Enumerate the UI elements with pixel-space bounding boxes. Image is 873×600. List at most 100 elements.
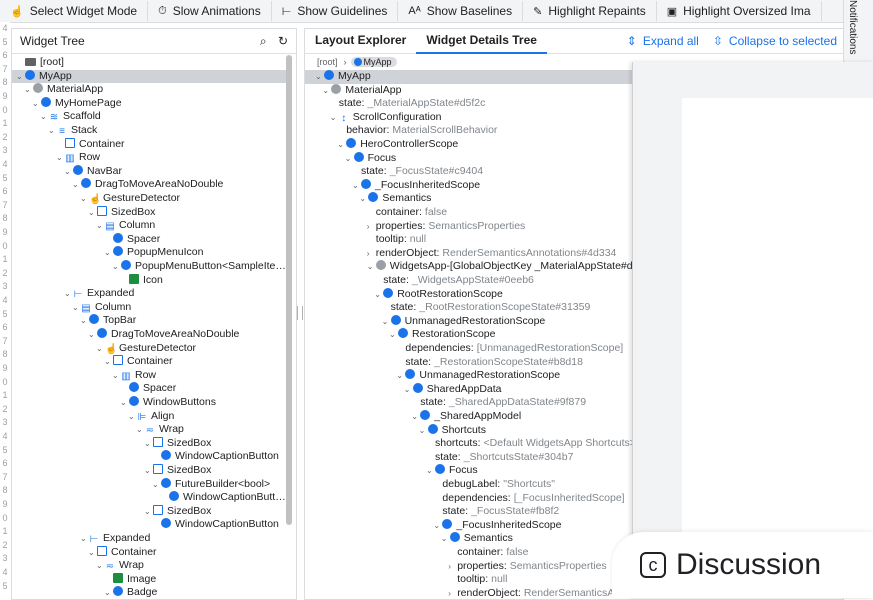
chevron-down-icon[interactable]: ⌄	[330, 111, 339, 125]
chevron-down-icon[interactable]: ⌄	[352, 179, 361, 193]
tree-node[interactable]: ⌄ _SharedAppModel	[411, 410, 521, 424]
chevron-down-icon[interactable]: ⌄	[72, 178, 81, 192]
tree-node[interactable]: ⌄ SizedBox	[88, 205, 155, 220]
chevron-down-icon[interactable]: ⌄	[359, 192, 368, 206]
chevron-down-icon[interactable]: ⌄	[411, 410, 420, 424]
notifications-tab[interactable]: Notifications	[846, 0, 858, 54]
tree-node[interactable]: ⌄ ⊢ Expanded	[64, 287, 134, 301]
tree-node[interactable]: ⌄ ☝ GestureDetector	[96, 342, 196, 356]
collapse-to-selected-button[interactable]: Collapse to selected	[729, 34, 837, 48]
property-row[interactable]: dependencies: [UnmanagedRestorationScope]	[396, 342, 623, 356]
property-row[interactable]: state: _FocusState#fb8f2	[433, 505, 559, 519]
tree-node[interactable]: ⌄ Focus	[345, 151, 396, 166]
chevron-down-icon[interactable]: ⌄	[419, 424, 428, 438]
tree-node[interactable]: Container	[56, 137, 125, 152]
tree-node[interactable]: ⌄ ≂ Wrap	[136, 423, 184, 437]
toolbar-button-highlight-repaints[interactable]: ✎ Highlight Repaints	[523, 1, 657, 21]
tree-node[interactable]: ⌄ DragToMoveAreaNoDouble	[88, 328, 239, 342]
tree-node[interactable]: [root]	[16, 56, 64, 70]
property-row[interactable]: › properties: SemanticsProperties	[448, 560, 606, 574]
toolbar-button-select-widget-mode[interactable]: ☝ Select Widget Mode	[0, 1, 149, 21]
property-row[interactable]: state: _SharedAppDataState#9f879	[411, 396, 586, 410]
chevron-down-icon[interactable]: ⌄	[32, 97, 41, 111]
toolbar-button-show-guidelines[interactable]: ⊢ Show Guidelines	[272, 1, 399, 21]
tree-node[interactable]: ⌄ TopBar	[80, 314, 136, 328]
tree-node[interactable]: Icon	[120, 273, 163, 288]
tree-node[interactable]: ⌄ NavBar	[64, 164, 122, 179]
chevron-right-icon[interactable]: ›	[367, 247, 376, 261]
chevron-down-icon[interactable]: ⌄	[136, 423, 145, 437]
tree-node[interactable]: ⌄ Container	[104, 355, 173, 369]
toolbar-button-highlight-oversized-ima[interactable]: ▣ Highlight Oversized Ima	[657, 1, 822, 21]
chevron-down-icon[interactable]: ⌄	[128, 410, 137, 424]
chevron-down-icon[interactable]: ⌄	[152, 478, 161, 492]
property-row[interactable]: debugLabel: "Shortcuts"	[433, 478, 555, 492]
widget-tree-scrollbar[interactable]	[286, 55, 292, 525]
tree-node[interactable]: Spacer	[104, 232, 160, 247]
toolbar-button-show-baselines[interactable]: Aᴬ Show Baselines	[398, 1, 524, 21]
chevron-down-icon[interactable]: ⌄	[441, 532, 450, 546]
tree-node[interactable]: ⌄ PopupMenuIcon	[104, 246, 203, 260]
chevron-down-icon[interactable]: ⌄	[48, 124, 57, 138]
chevron-down-icon[interactable]: ⌄	[426, 464, 435, 478]
property-row[interactable]: container: false	[367, 206, 447, 220]
chevron-down-icon[interactable]: ⌄	[88, 328, 97, 342]
chevron-right-icon[interactable]: ›	[448, 560, 457, 574]
chevron-down-icon[interactable]: ⌄	[337, 138, 346, 152]
tree-node[interactable]: WindowCaptionButton	[152, 518, 279, 532]
tree-node[interactable]: ⌄ MaterialApp	[24, 83, 103, 97]
tree-node[interactable]: ⌄ Semantics	[359, 192, 431, 206]
chevron-down-icon[interactable]: ⌄	[396, 369, 405, 383]
chevron-down-icon[interactable]: ⌄	[96, 219, 105, 233]
chevron-right-icon[interactable]: ›	[367, 220, 376, 234]
chevron-down-icon[interactable]: ⌄	[367, 260, 376, 274]
chevron-down-icon[interactable]: ⌄	[64, 287, 73, 301]
toolbar-button-slow-animations[interactable]: ⏱ Slow Animations	[148, 1, 272, 21]
tree-node[interactable]: ⌄ ⊢ Expanded	[80, 532, 150, 546]
property-row[interactable]: shortcuts: <Default WidgetsApp Shortcuts>	[426, 437, 636, 451]
tree-node[interactable]: ⌄ RootRestorationScope	[374, 287, 503, 302]
tree-node[interactable]: WindowCaptionButt…	[160, 491, 286, 505]
chevron-down-icon[interactable]: ⌄	[315, 70, 324, 84]
property-row[interactable]: dependencies: [_FocusInheritedScope]	[433, 492, 624, 506]
tree-node[interactable]: ⌄ Focus	[426, 464, 478, 478]
tree-node[interactable]: ⌄ UnmanagedRestorationScope	[382, 314, 545, 329]
chevron-down-icon[interactable]: ⌄	[80, 532, 89, 546]
chevron-down-icon[interactable]: ⌄	[120, 396, 129, 410]
chevron-down-icon[interactable]: ⌄	[112, 369, 121, 383]
tree-node[interactable]: ⌄ _FocusInheritedScope	[352, 178, 480, 193]
tree-node[interactable]: ⌄ WindowButtons	[120, 396, 216, 410]
tree-node[interactable]: ⌄ SizedBox	[144, 504, 211, 519]
tree-node[interactable]: ⌄ ≂ Wrap	[96, 559, 144, 573]
property-row[interactable]: › renderObject: RenderSemanticsA	[448, 587, 614, 599]
chevron-down-icon[interactable]: ⌄	[433, 519, 442, 533]
property-row[interactable]: behavior: MaterialScrollBehavior	[337, 124, 497, 138]
breadcrumb-root[interactable]: [root]	[317, 57, 338, 67]
tree-node[interactable]: ⌄ Container	[88, 545, 157, 560]
tree-node[interactable]: ⌄ HeroControllerScope	[337, 138, 458, 152]
tree-node[interactable]: ⌄ Semantics	[441, 532, 513, 546]
tree-node[interactable]: ⌄ ≋ Scaffold	[40, 110, 101, 124]
tree-node[interactable]: ⌄ RestorationScope	[389, 328, 495, 342]
expand-all-button[interactable]: Expand all	[643, 34, 699, 48]
chevron-right-icon[interactable]: ›	[448, 587, 457, 599]
chevron-down-icon[interactable]: ⌄	[88, 546, 97, 560]
property-row[interactable]: state: _RestorationScopeState#b8d18	[396, 356, 583, 370]
chevron-down-icon[interactable]: ⌄	[88, 206, 97, 220]
property-row[interactable]: container: false	[448, 546, 528, 560]
chevron-down-icon[interactable]: ⌄	[144, 464, 153, 478]
breadcrumb-current[interactable]: MyApp	[350, 57, 397, 67]
chevron-down-icon[interactable]: ⌄	[104, 355, 113, 369]
tree-node[interactable]: ⌄ WidgetsApp-[GlobalObjectKey _MaterialAp…	[367, 260, 638, 274]
property-row[interactable]: tooltip: null	[367, 233, 426, 247]
tree-node[interactable]: ⌄ ⊫ Align	[128, 410, 174, 424]
tree-node[interactable]: ⌄ Shortcuts	[419, 423, 486, 438]
tree-node[interactable]: ⌄ ▤ Column	[96, 219, 155, 233]
chevron-down-icon[interactable]: ⌄	[404, 383, 413, 397]
tree-node[interactable]: ⌄ SharedAppData	[404, 382, 502, 397]
tree-node[interactable]: ⌄ ▤ Column	[72, 301, 131, 315]
tree-node[interactable]: ⌄ MyApp	[12, 69, 288, 84]
property-row[interactable]: state: _ShortcutsState#304b7	[426, 451, 573, 465]
chevron-down-icon[interactable]: ⌄	[112, 260, 121, 274]
tree-node[interactable]: ⌄ ☝ GestureDetector	[80, 192, 180, 206]
